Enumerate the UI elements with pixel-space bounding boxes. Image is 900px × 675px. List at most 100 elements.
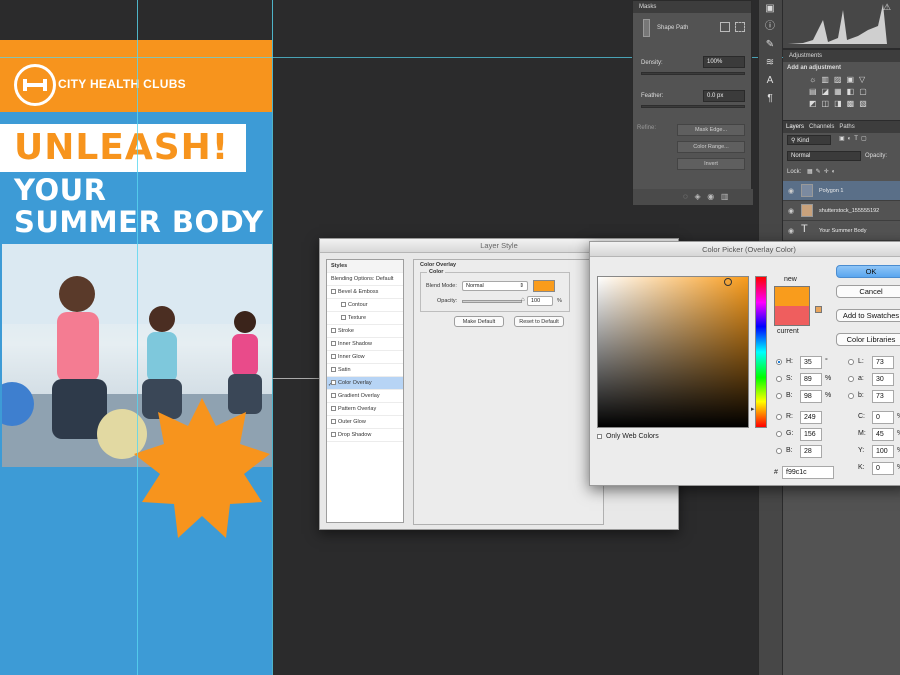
trash-icon[interactable]: ▥ (721, 192, 729, 201)
color-value-field[interactable]: 100 (872, 445, 894, 458)
radio-icon[interactable] (776, 414, 782, 420)
paragraph-icon[interactable]: ¶ (759, 90, 781, 108)
hex-field[interactable]: f99c1c (782, 466, 834, 479)
style-item[interactable]: Drop Shadow (327, 429, 403, 442)
style-item[interactable]: Bevel & Emboss (327, 286, 403, 299)
add-to-swatches-button[interactable]: Add to Swatches (836, 309, 900, 322)
info-icon[interactable]: ⓘ (759, 18, 781, 36)
checkbox-icon[interactable] (331, 419, 336, 425)
checkbox-icon[interactable] (331, 354, 336, 360)
color-libraries-button[interactable]: Color Libraries (836, 333, 900, 346)
eye-icon[interactable]: ◉ (788, 227, 794, 235)
selection-icon[interactable]: ◌ (683, 192, 688, 201)
canvas-artboard[interactable]: CITY HEALTH CLUBS UNLEASH! YOUR SUMMER B… (0, 0, 272, 675)
slider-thumb-icon[interactable]: ⌂ (521, 297, 525, 303)
polygon-starburst[interactable] (134, 398, 270, 538)
tab-layers[interactable]: Layers (786, 124, 804, 130)
invert-button[interactable]: Invert (677, 158, 745, 170)
eye-icon[interactable]: ◉ (788, 207, 794, 215)
character-icon[interactable]: A (759, 72, 781, 90)
opacity-slider[interactable] (462, 300, 522, 303)
style-item[interactable]: Inner Glow (327, 351, 403, 364)
color-value-field[interactable]: 0 (872, 462, 894, 475)
radio-icon[interactable] (848, 376, 854, 382)
radio-icon[interactable] (776, 448, 782, 454)
style-item[interactable]: Pattern Overlay (327, 403, 403, 416)
color-value-field[interactable]: 89 (800, 373, 822, 386)
checkbox-icon[interactable] (331, 432, 336, 438)
color-range-button[interactable]: Color Range... (677, 141, 745, 153)
lock-icons[interactable]: ▦✎✛◐ (807, 168, 838, 175)
checkbox-icon[interactable] (331, 341, 336, 347)
only-web-colors-checkbox[interactable]: Only Web Colors (597, 433, 659, 440)
layer-filter-kind[interactable]: ⚲ Kind (787, 135, 831, 145)
tab-paths[interactable]: Paths (839, 124, 854, 130)
adjustment-icons[interactable]: ☼▥▨▣▽ ▤◪▦◧▢ ◩◫◨▩▧ (783, 74, 900, 110)
brush-settings-icon[interactable]: ≋ (759, 54, 781, 72)
style-item[interactable]: Stroke (327, 325, 403, 338)
color-value-field[interactable]: 249 (800, 411, 822, 424)
checkbox-icon[interactable] (331, 367, 336, 373)
warning-icon[interactable]: ⚠ (883, 2, 891, 13)
style-item[interactable]: Satin (327, 364, 403, 377)
blend-mode-select[interactable]: Normal (787, 151, 861, 161)
styles-header[interactable]: Styles (327, 260, 403, 273)
style-item[interactable]: Gradient Overlay (327, 390, 403, 403)
radio-icon[interactable] (776, 393, 782, 399)
color-value-field[interactable]: 35 (800, 356, 822, 369)
properties-icon[interactable]: ▣ (759, 0, 781, 18)
radio-icon[interactable] (776, 376, 782, 382)
vector-mask-icon[interactable] (735, 22, 745, 32)
checkbox-icon[interactable] (331, 406, 336, 412)
ok-button[interactable]: OK (836, 265, 900, 278)
mask-edge-button[interactable]: Mask Edge... (677, 124, 745, 136)
checkbox-icon[interactable] (331, 289, 336, 295)
style-item[interactable]: Blending Options: Default (327, 273, 403, 286)
checkbox-icon[interactable] (341, 315, 346, 321)
checkbox-icon[interactable] (331, 393, 336, 399)
overlay-color-swatch[interactable] (533, 280, 555, 292)
style-item[interactable]: Inner Shadow (327, 338, 403, 351)
tab-channels[interactable]: Channels (809, 124, 834, 130)
color-value-field[interactable]: 73 (872, 356, 894, 369)
layer-row[interactable]: ◉ T Your Summer Body (783, 221, 900, 241)
color-value-field[interactable]: 98 (800, 390, 822, 403)
visibility-icon[interactable]: ◉ (707, 192, 714, 201)
color-field[interactable] (597, 276, 749, 428)
opacity-field[interactable]: 100 (527, 296, 553, 306)
pixel-mask-icon[interactable] (720, 22, 730, 32)
checkbox-icon[interactable] (597, 433, 602, 439)
style-item[interactable]: Outer Glow (327, 416, 403, 429)
eye-icon[interactable]: ◉ (788, 187, 794, 195)
brush-icon[interactable]: ✎ (759, 36, 781, 54)
layer-row[interactable]: ◉ Polygon 1 (783, 181, 900, 201)
radio-icon[interactable] (848, 359, 854, 365)
filter-icons[interactable]: ▣◐T▢ (839, 135, 870, 142)
radio-icon[interactable] (776, 359, 782, 365)
radio-icon[interactable] (776, 431, 782, 437)
hue-slider[interactable] (755, 276, 767, 428)
hue-slider-right-arrow-icon[interactable]: ▸ (751, 405, 755, 413)
color-value-field[interactable]: 45 (872, 428, 894, 441)
feather-slider[interactable] (641, 105, 745, 108)
apply-mask-icon[interactable]: ◈ (694, 192, 700, 201)
web-safe-cube-icon[interactable] (815, 306, 822, 313)
color-field-cursor-icon[interactable] (724, 278, 732, 286)
color-value-field[interactable]: 73 (872, 390, 894, 403)
reset-default-button[interactable]: Reset to Default (514, 316, 564, 327)
color-value-field[interactable]: 0 (872, 411, 894, 424)
color-value-field[interactable]: 156 (800, 428, 822, 441)
checkbox-icon[interactable] (341, 302, 346, 308)
radio-icon[interactable] (848, 393, 854, 399)
density-slider[interactable] (641, 72, 745, 75)
current-color-swatch[interactable] (774, 306, 810, 326)
cancel-button[interactable]: Cancel (836, 285, 900, 298)
feather-field[interactable]: 0.0 px (703, 90, 745, 102)
color-value-field[interactable]: 28 (800, 445, 822, 458)
style-item[interactable]: Texture (327, 312, 403, 325)
blend-mode-dropdown[interactable]: Normal ⇕ (462, 281, 528, 291)
checkbox-icon[interactable] (331, 328, 336, 334)
color-value-field[interactable]: 30 (872, 373, 894, 386)
style-item[interactable]: Color Overlay (327, 377, 403, 390)
make-default-button[interactable]: Make Default (454, 316, 504, 327)
